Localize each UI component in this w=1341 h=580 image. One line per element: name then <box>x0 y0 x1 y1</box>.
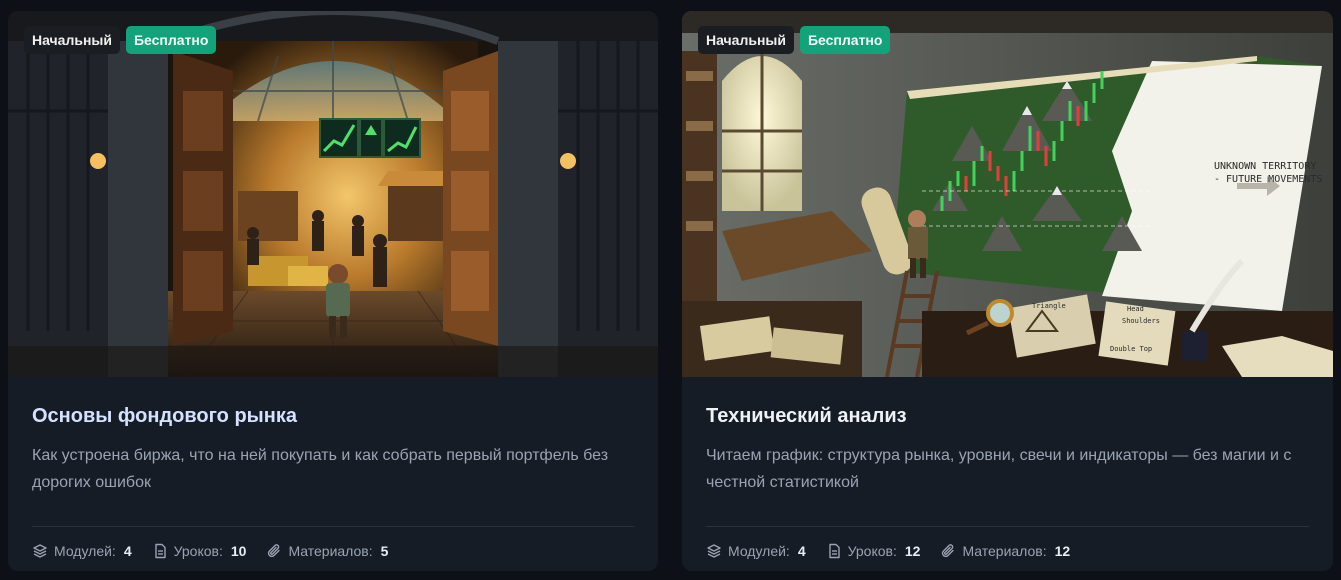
course-description: Как устроена биржа, что на ней покупать … <box>32 447 609 491</box>
course-title[interactable]: Основы фондового рынка <box>32 405 634 428</box>
map-label-double-top: Double Top <box>1110 345 1152 353</box>
course-cover-image: Начальный Бесплатно <box>8 11 658 377</box>
lessons-label: Уроков: <box>847 543 897 559</box>
course-cover-image: UNKNOWN TERRITORY - FUTURE MOVEMENTS Trian… <box>682 11 1333 377</box>
materials-count: 5 <box>380 543 389 559</box>
map-label-unknown-territory: UNKNOWN TERRITORY <box>1214 161 1316 172</box>
course-card-stock-basics[interactable]: Начальный Бесплатно Основы фондового рын… <box>8 11 658 571</box>
course-stats: Модулей: 4 Уроков: 12 Материалов: 12 <box>706 527 1309 559</box>
modules-label: Модулей: <box>728 543 790 559</box>
map-label-triangle: Triangle <box>1032 302 1066 310</box>
materials-count: 12 <box>1054 543 1071 559</box>
free-badge: Бесплатно <box>125 26 217 54</box>
lessons-label: Уроков: <box>173 543 223 559</box>
lessons-count: 12 <box>904 543 921 559</box>
level-badge: Начальный <box>698 26 794 54</box>
map-label-shoulders: Shoulders <box>1122 317 1160 325</box>
course-badges: Начальный Бесплатно <box>698 26 891 54</box>
materials-label: Материалов: <box>288 543 373 559</box>
lessons-stat: Уроков: 10 <box>152 543 247 559</box>
paperclip-icon <box>268 544 281 558</box>
lessons-count: 10 <box>230 543 247 559</box>
materials-stat: Материалов: 12 <box>940 543 1070 559</box>
free-badge: Бесплатно <box>799 26 891 54</box>
course-card-body: Основы фондового рынка Как устроена бирж… <box>8 377 658 559</box>
course-description: Читаем график: структура рынка, уровни, … <box>706 447 1292 491</box>
document-icon <box>828 543 840 559</box>
modules-label: Модулей: <box>54 543 116 559</box>
layers-icon <box>707 544 721 558</box>
modules-count: 4 <box>797 543 806 559</box>
level-badge: Начальный <box>24 26 120 54</box>
materials-label: Материалов: <box>962 543 1047 559</box>
course-grid: Начальный Бесплатно Основы фондового рын… <box>8 11 1333 571</box>
course-title[interactable]: Технический анализ <box>706 405 1309 428</box>
chart-map-illustration: UNKNOWN TERRITORY - FUTURE MOVEMENTS Trian… <box>682 11 1333 377</box>
layers-icon <box>33 544 47 558</box>
course-card-body: Технический анализ Читаем график: структ… <box>682 377 1333 559</box>
course-badges: Начальный Бесплатно <box>24 26 217 54</box>
map-label-future-movements: - FUTURE MOVEMENTS <box>1214 174 1322 185</box>
modules-stat: Модулей: 4 <box>706 543 806 559</box>
modules-stat: Модулей: 4 <box>32 543 132 559</box>
modules-count: 4 <box>123 543 132 559</box>
document-icon <box>154 543 166 559</box>
stock-exchange-illustration <box>8 11 658 377</box>
course-card-technical-analysis[interactable]: UNKNOWN TERRITORY - FUTURE MOVEMENTS Trian… <box>682 11 1333 571</box>
map-label-head: Head <box>1127 305 1144 313</box>
paperclip-icon <box>942 544 955 558</box>
course-stats: Модулей: 4 Уроков: 10 Материалов: 5 <box>32 527 634 559</box>
lessons-stat: Уроков: 12 <box>826 543 921 559</box>
materials-stat: Материалов: 5 <box>266 543 388 559</box>
